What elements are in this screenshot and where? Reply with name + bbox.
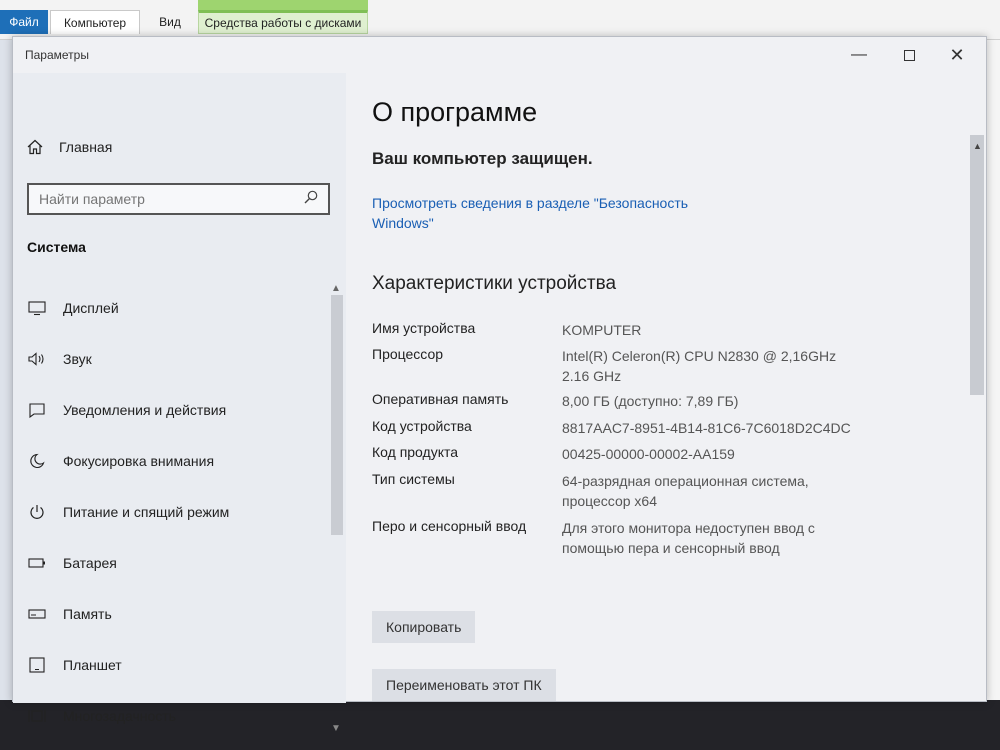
spec-row-device-name: Имя устройства KOMPUTER <box>372 320 862 340</box>
sidebar-item-label: Память <box>63 606 112 622</box>
minimize-icon: — <box>851 46 867 63</box>
storage-icon <box>28 609 46 619</box>
tablet-icon <box>29 657 45 673</box>
sidebar-item-label: Питание и спящий режим <box>63 504 230 520</box>
close-button[interactable]: ✕ <box>934 41 980 69</box>
sidebar-item-power[interactable]: Питание и спящий режим <box>27 503 229 521</box>
copy-button[interactable]: Копировать <box>372 611 476 643</box>
sidebar-item-label: Многозадачность <box>63 708 176 724</box>
spec-label: Тип системы <box>372 471 455 487</box>
maximize-icon <box>903 49 915 61</box>
home-icon <box>27 139 43 155</box>
spec-value: Для этого монитора недоступен ввод с пом… <box>562 520 815 556</box>
display-icon <box>28 301 46 316</box>
settings-window: Параметры — ✕ Главная Система Дисплей <box>12 36 987 734</box>
spec-row-device-id: Код устройства 8817AAC7-8951-4B14-81C6-7… <box>372 418 862 438</box>
sidebar-scroll-up[interactable]: ▲ <box>331 283 341 294</box>
explorer-ribbon: Файл Компьютер Вид Средства работы с дис… <box>0 0 1000 40</box>
background-window-left <box>0 40 12 700</box>
spec-row-system-type: Тип системы 64-разрядная операционная си… <box>372 471 832 511</box>
tab-view[interactable]: Вид <box>148 10 192 34</box>
home-label: Главная <box>59 139 113 155</box>
minimize-button[interactable]: — <box>836 41 882 69</box>
sidebar-item-focus[interactable]: Фокусировка внимания <box>27 452 214 470</box>
spec-label: Перо и сенсорный ввод <box>372 518 527 534</box>
sidebar: Главная Система Дисплей Звук Уведомления… <box>13 73 346 734</box>
close-icon: ✕ <box>949 44 965 65</box>
tab-file[interactable]: Файл <box>0 10 48 34</box>
spec-row-product-id: Код продукта 00425-00000-00002-AA159 <box>372 444 862 464</box>
spec-label: Код продукта <box>372 444 459 460</box>
sidebar-item-display[interactable]: Дисплей <box>27 299 119 317</box>
spec-label: Имя устройства <box>372 320 476 336</box>
power-icon <box>30 505 44 519</box>
search-input[interactable] <box>39 191 289 207</box>
tab-computer[interactable]: Компьютер <box>50 10 140 34</box>
protection-status: Ваш компьютер защищен. <box>372 149 593 168</box>
sidebar-item-tablet[interactable]: Планшет <box>27 656 122 674</box>
sidebar-item-label: Планшет <box>63 657 122 673</box>
tab-disk-tools[interactable]: Средства работы с дисками <box>198 10 368 34</box>
multitasking-icon <box>28 710 46 722</box>
sidebar-item-label: Звук <box>63 351 92 367</box>
security-link[interactable]: Просмотреть сведения в разделе "Безопасн… <box>372 193 722 233</box>
window-title: Параметры <box>25 48 89 62</box>
spec-value: 00425-00000-00002-AA159 <box>562 446 735 462</box>
search-icon[interactable] <box>304 190 318 209</box>
focus-moon-icon <box>30 453 45 469</box>
main-content: О программе Ваш компьютер защищен. Просм… <box>346 73 968 703</box>
spec-value: 64-разрядная операционная система, проце… <box>562 473 809 509</box>
sidebar-scroll-down[interactable]: ▼ <box>331 723 341 734</box>
sidebar-item-battery[interactable]: Батарея <box>27 554 117 572</box>
notifications-icon <box>29 403 45 418</box>
spec-label: Процессор <box>372 346 444 362</box>
maximize-button[interactable] <box>886 41 932 69</box>
sidebar-item-home[interactable]: Главная <box>27 139 112 155</box>
disk-tools-group-header <box>198 0 368 10</box>
sidebar-item-label: Уведомления и действия <box>63 402 227 418</box>
title-bar[interactable]: Параметры — ✕ <box>13 37 986 73</box>
spec-value: 8817AAC7-8951-4B14-81C6-7C6018D2C4DC <box>562 420 851 436</box>
content-scrollbar-thumb[interactable] <box>970 135 984 395</box>
spec-value: 8,00 ГБ (доступно: 7,89 ГБ) <box>562 393 739 409</box>
spec-row-processor: Процессор Intel(R) Celeron(R) CPU N2830 … <box>372 346 847 386</box>
rename-pc-button[interactable]: Переименовать этот ПК <box>372 669 556 701</box>
spec-label: Оперативная память <box>372 391 509 407</box>
search-box[interactable] <box>27 183 330 215</box>
sound-icon <box>28 352 44 366</box>
page-title: О программе <box>372 97 538 127</box>
spec-row-ram: Оперативная память 8,00 ГБ (доступно: 7,… <box>372 391 862 411</box>
spec-label: Код устройства <box>372 418 472 434</box>
section-title: Система <box>27 239 86 255</box>
sidebar-item-multitasking[interactable]: Многозадачность <box>27 707 176 725</box>
sidebar-item-label: Фокусировка внимания <box>63 453 215 469</box>
background-window-right <box>985 40 1000 700</box>
spec-row-pen-touch: Перо и сенсорный ввод Для этого монитора… <box>372 518 847 558</box>
sidebar-item-sound[interactable]: Звук <box>27 350 92 368</box>
battery-icon <box>28 558 45 568</box>
content-scroll-up[interactable]: ▲ <box>973 141 982 151</box>
sidebar-scrollbar-thumb[interactable] <box>331 295 343 535</box>
sidebar-item-label: Дисплей <box>63 300 119 316</box>
sidebar-item-storage[interactable]: Память <box>27 605 112 623</box>
sidebar-item-label: Батарея <box>63 555 117 571</box>
sidebar-item-notifications[interactable]: Уведомления и действия <box>27 401 226 419</box>
spec-value: Intel(R) Celeron(R) CPU N2830 @ 2,16GHz … <box>562 348 837 384</box>
device-specs-heading: Характеристики устройства <box>372 273 617 294</box>
spec-value: KOMPUTER <box>562 322 642 338</box>
